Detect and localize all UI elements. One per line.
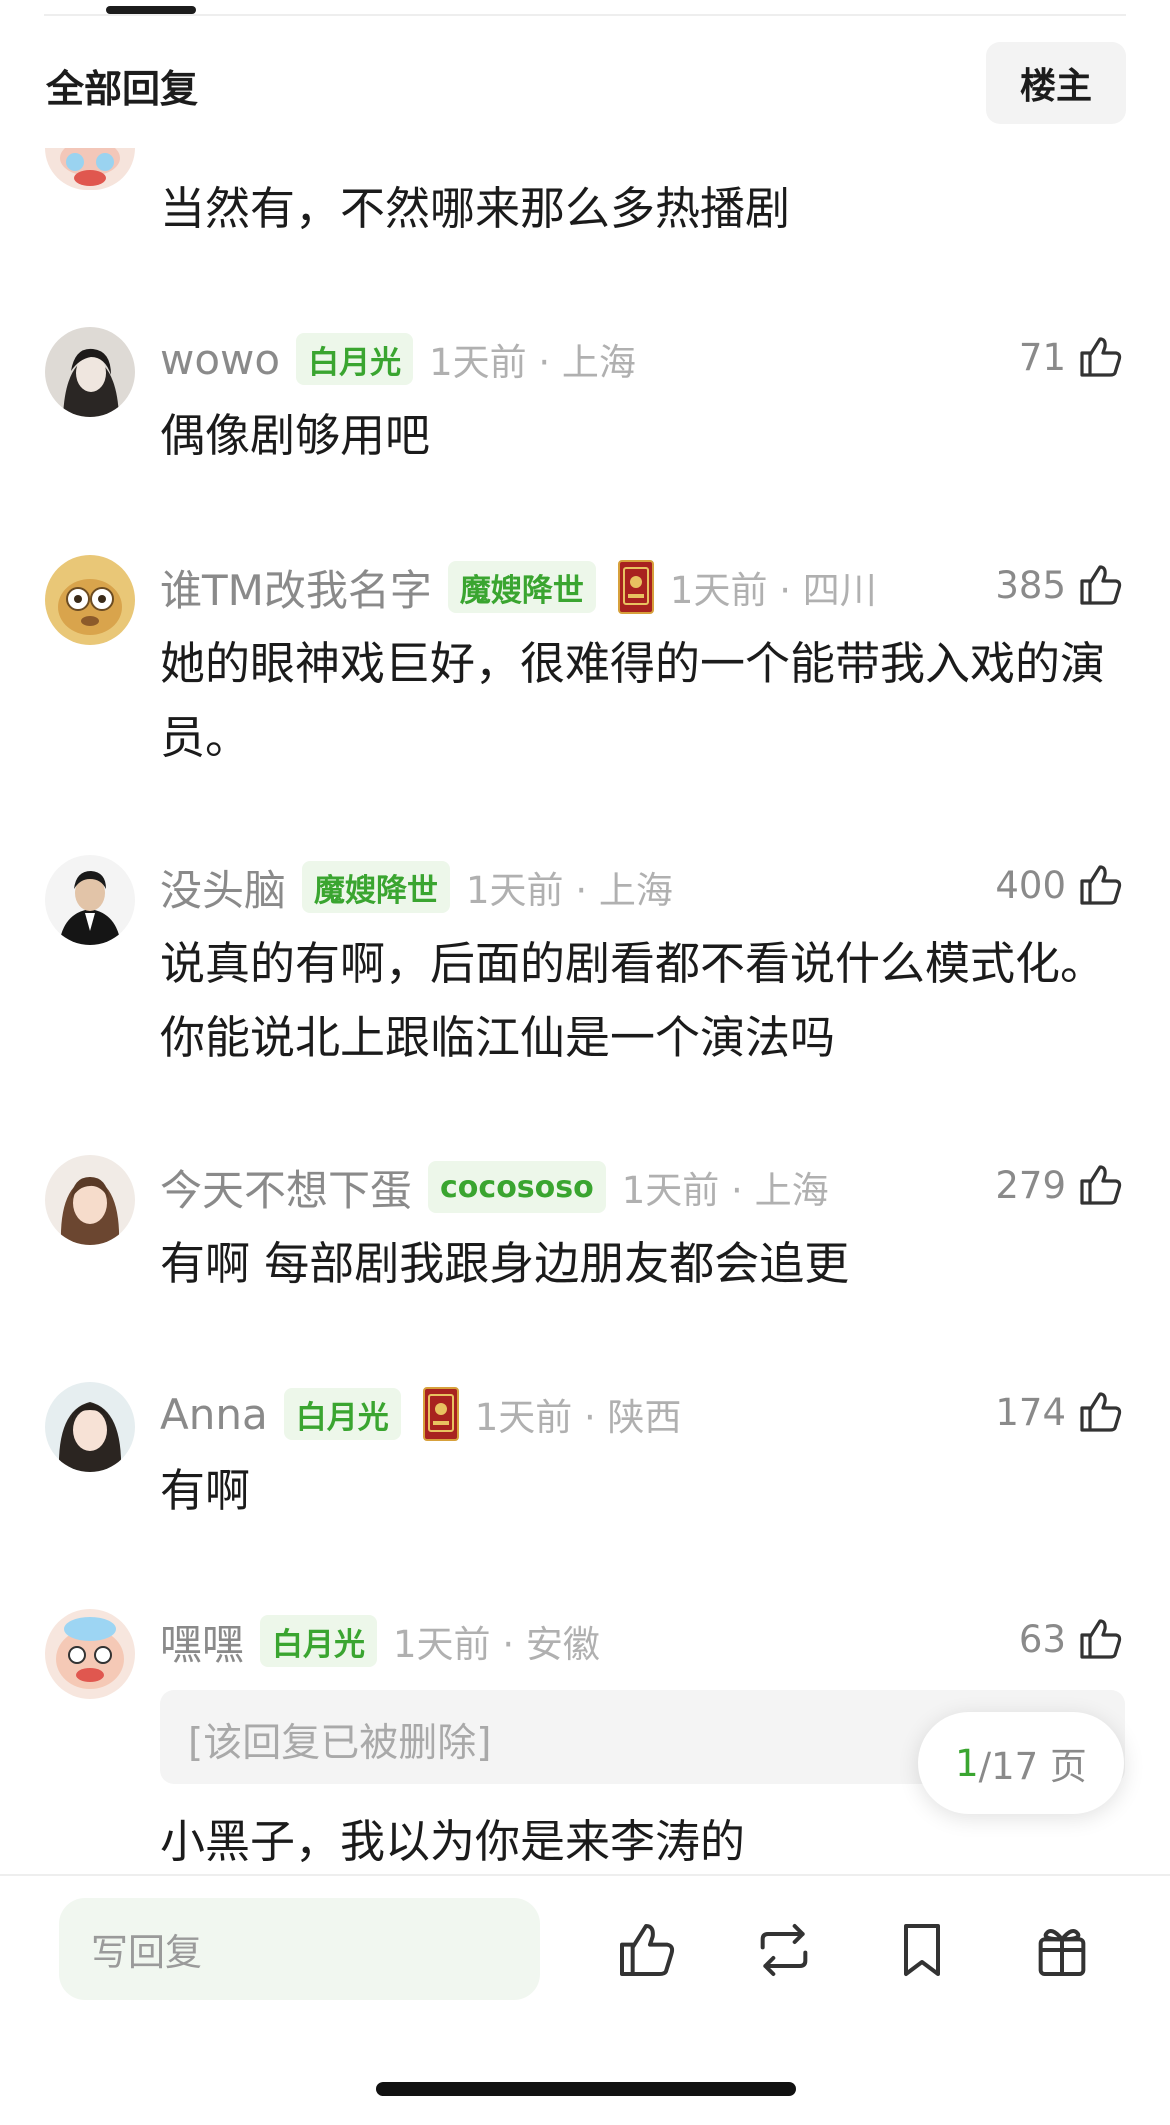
timestamp-location: 1天前 · 上海 — [466, 869, 673, 912]
comment-text: 有啊 每部剧我跟身边朋友都会追更 — [160, 1237, 850, 1290]
like-icon[interactable] — [614, 1918, 678, 1982]
timestamp-location: 1天前 · 安徽 — [393, 1623, 600, 1666]
gift-icon[interactable] — [1030, 1918, 1094, 1982]
avatar[interactable] — [45, 555, 135, 645]
thumbs-up-icon[interactable] — [1076, 561, 1124, 609]
fan-badge[interactable]: 魔嫂降世 — [447, 561, 596, 613]
comment-meta: 谁TM改我名字 魔嫂降世 1天前 · 四川 — [160, 555, 877, 619]
total-pages: /17 页 — [978, 1745, 1087, 1788]
like-count: 174 — [995, 1390, 1066, 1434]
like-control[interactable]: 279 — [995, 1161, 1124, 1209]
avatar[interactable] — [45, 1382, 135, 1472]
fan-badge[interactable]: cocososo — [428, 1161, 606, 1213]
comment-meta: Anna 白月光 1天前 · 陕西 — [160, 1382, 682, 1446]
timestamp-location: 1天前 · 陕西 — [474, 1396, 682, 1439]
avatar[interactable] — [45, 855, 135, 945]
fan-badge[interactable]: 白月光 — [283, 1388, 401, 1440]
username[interactable]: 今天不想下蛋 — [160, 1157, 412, 1218]
like-control[interactable]: 71 — [1019, 333, 1124, 381]
top-divider — [44, 14, 1126, 16]
comment-text: 偶像剧够用吧 — [160, 409, 431, 462]
username[interactable]: 谁TM改我名字 — [160, 557, 432, 618]
top-tab-indicator — [106, 6, 196, 14]
username[interactable]: wowo — [160, 335, 280, 384]
timestamp-location: 1天前 · 上海 — [429, 341, 636, 384]
timestamp-location: 1天前 · 四川 — [669, 569, 877, 612]
thumbs-up-icon[interactable] — [1076, 333, 1124, 381]
medal-icon — [422, 1387, 459, 1441]
comment-meta: wowo 白月光 1天前 · 上海 — [160, 327, 636, 391]
reply-placeholder: 写回复 — [91, 1931, 202, 1974]
bottom-action-bar: 写回复 — [0, 1874, 1170, 2125]
fan-badge[interactable]: 白月光 — [296, 333, 414, 385]
thumbs-up-icon[interactable] — [1076, 1388, 1124, 1436]
thumbs-up-icon[interactable] — [1076, 861, 1124, 909]
replies-header: 全部回复 楼主 — [0, 30, 1170, 140]
timestamp-location: 1天前 · 上海 — [621, 1169, 829, 1212]
comment-text: 小黑子，我以为你是来李涛的 — [160, 1815, 746, 1868]
reply-input[interactable]: 写回复 — [59, 1898, 540, 2000]
avatar[interactable] — [45, 1155, 135, 1245]
comment-text: 当然有，不然哪来那么多热播剧 — [160, 182, 791, 235]
comment-text: 说真的有啊，后面的剧看都不看说什么模式化。你能说北上跟临江仙是一个演法吗 — [160, 937, 1106, 1064]
header-title: 全部回复 — [46, 67, 199, 111]
comment-meta: 嘿嘿 白月光 1天前 · 安徽 — [160, 1609, 600, 1673]
thumbs-up-icon[interactable] — [1076, 1161, 1124, 1209]
avatar[interactable] — [45, 148, 135, 190]
like-control[interactable]: 63 — [1019, 1615, 1124, 1663]
username[interactable]: 没头脑 — [160, 857, 286, 918]
like-control[interactable]: 385 — [995, 561, 1124, 609]
like-count: 71 — [1018, 335, 1066, 379]
thumbs-up-icon[interactable] — [1076, 1615, 1124, 1663]
username[interactable]: Anna — [160, 1390, 268, 1439]
repost-icon[interactable] — [752, 1918, 816, 1982]
like-count: 385 — [995, 563, 1066, 607]
like-count: 400 — [995, 863, 1066, 907]
comment-text: 有啊 — [160, 1464, 251, 1517]
fan-badge[interactable]: 白月光 — [260, 1615, 378, 1667]
current-page: 1 — [955, 1741, 979, 1785]
deleted-reply-text: [该回复已被删除] — [188, 1721, 492, 1766]
home-indicator — [376, 2082, 796, 2096]
bookmark-icon[interactable] — [890, 1918, 954, 1982]
like-control[interactable]: 174 — [995, 1388, 1124, 1436]
username[interactable]: 嘿嘿 — [160, 1611, 244, 1672]
medal-icon — [617, 560, 654, 614]
avatar[interactable] — [45, 327, 135, 417]
comment-meta: 今天不想下蛋 cocososo 1天前 · 上海 — [160, 1155, 829, 1219]
op-only-button[interactable]: 楼主 — [986, 42, 1126, 124]
page-indicator[interactable]: 1/17 页 — [918, 1712, 1124, 1814]
fan-badge[interactable]: 魔嫂降世 — [302, 861, 451, 913]
like-count: 279 — [995, 1163, 1066, 1207]
comment-meta: 没头脑 魔嫂降世 1天前 · 上海 — [160, 855, 673, 919]
avatar[interactable] — [45, 1609, 135, 1699]
like-count: 63 — [1018, 1617, 1066, 1661]
like-control[interactable]: 400 — [995, 861, 1124, 909]
comment-text: 她的眼神戏巨好，很难得的一个能带我入戏的演员。 — [160, 637, 1106, 764]
